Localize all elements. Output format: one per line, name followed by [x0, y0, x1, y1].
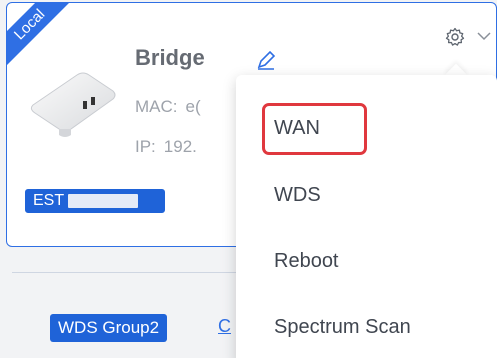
- mac-label: MAC:: [135, 97, 178, 116]
- menu-item-wan[interactable]: WAN: [274, 117, 320, 140]
- mac-address-line: MAC: e(: [135, 97, 201, 117]
- gear-icon[interactable]: [445, 27, 465, 47]
- device-name: Bridge: [135, 45, 205, 70]
- ip-value: 192.: [163, 137, 197, 156]
- menu-item-wds[interactable]: WDS: [274, 184, 321, 207]
- redacted-bar: [68, 194, 139, 208]
- group-link[interactable]: C: [218, 316, 231, 337]
- screen: Local Bridge MAC: e( IP: 192. EST WDS Gr…: [0, 0, 497, 358]
- menu-item-spectrum-scan[interactable]: Spectrum Scan: [274, 316, 411, 339]
- pencil-icon[interactable]: [255, 49, 277, 71]
- chevron-down-icon[interactable]: [477, 31, 491, 41]
- settings-dropdown-menu: WAN WDS Reboot Spectrum Scan: [236, 75, 497, 358]
- wds-group-badge[interactable]: WDS Group2: [50, 314, 168, 342]
- ip-address-line: IP: 192.: [135, 137, 197, 157]
- est-label: EST: [33, 192, 65, 209]
- mac-value: e(: [185, 97, 201, 116]
- status-badge: EST: [25, 189, 165, 213]
- ip-label: IP:: [135, 137, 156, 156]
- menu-item-reboot[interactable]: Reboot: [274, 250, 339, 273]
- device-image: [30, 72, 116, 137]
